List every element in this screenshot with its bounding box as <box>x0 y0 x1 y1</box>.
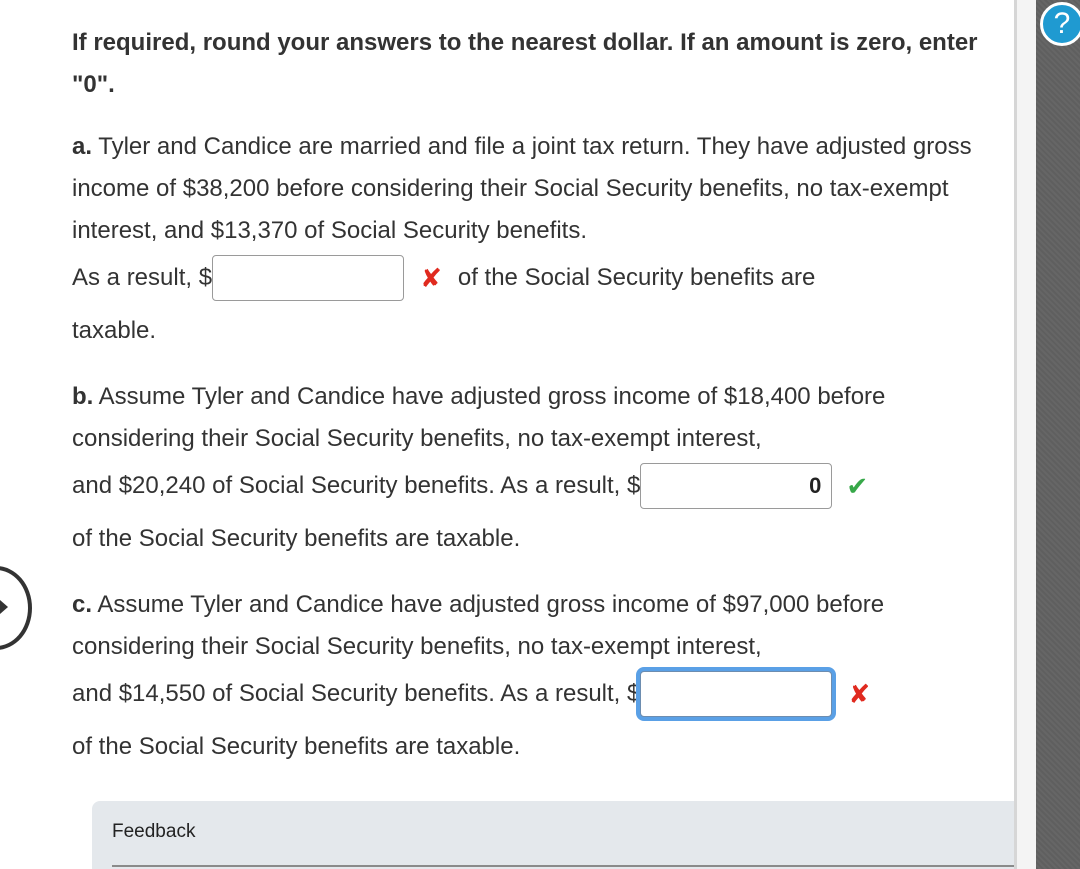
question-b: b. Assume Tyler and Candice have adjuste… <box>72 376 1002 560</box>
x-icon: ✘ <box>420 263 442 293</box>
question-a-body: Tyler and Candice are married and file a… <box>72 133 972 244</box>
rail-divider <box>1014 0 1017 869</box>
rail-scroll-track[interactable] <box>1036 0 1080 869</box>
question-c-answer-line: and $14,550 of Social Security benefits.… <box>72 668 1002 720</box>
check-icon: ✔ <box>846 471 869 501</box>
question-mark-icon: ? <box>1053 7 1071 40</box>
question-a-text: a. Tyler and Candice are married and fil… <box>72 126 1002 252</box>
question-b-text: b. Assume Tyler and Candice have adjuste… <box>72 376 1002 460</box>
arrow-right-icon <box>0 600 8 614</box>
feedback-divider <box>112 865 1014 867</box>
feedback-panel: Feedback <box>92 801 1014 869</box>
question-a: a. Tyler and Candice are married and fil… <box>72 126 1002 352</box>
question-b-prefix: and $20,240 of Social Security benefits.… <box>72 472 641 499</box>
answer-input-c[interactable] <box>640 671 833 717</box>
instructions-text: If required, round your answers to the n… <box>72 29 978 98</box>
help-button[interactable]: ? <box>1040 2 1080 46</box>
x-icon: ✘ <box>848 679 871 709</box>
feedback-label: Feedback <box>112 821 196 842</box>
question-b-trailing: of the Social Security benefits are taxa… <box>72 525 521 552</box>
question-c-body: Assume Tyler and Candice have adjusted g… <box>72 591 885 660</box>
question-a-suffix: of the Social Security benefits are <box>457 264 816 291</box>
question-c-letter: c. <box>72 591 93 618</box>
question-c-text: c. Assume Tyler and Candice have adjuste… <box>72 584 1002 668</box>
answer-input-b[interactable]: 0 <box>640 463 833 509</box>
question-c-trailing: of the Social Security benefits are taxa… <box>72 733 521 760</box>
question-c: c. Assume Tyler and Candice have adjuste… <box>72 584 1002 768</box>
question-b-body: Assume Tyler and Candice have adjusted g… <box>72 383 886 452</box>
question-c-prefix: and $14,550 of Social Security benefits.… <box>72 680 641 707</box>
question-a-letter: a. <box>72 133 93 160</box>
question-b-letter: b. <box>72 383 94 410</box>
question-b-answer-line: and $20,240 of Social Security benefits.… <box>72 460 1002 512</box>
answer-input-a[interactable] <box>212 255 405 301</box>
question-a-prefix: As a result, $ <box>72 264 213 291</box>
question-a-trailing: taxable. <box>72 317 157 344</box>
question-a-answer-line: As a result, $ ✘ of the Social Security … <box>72 252 1002 304</box>
